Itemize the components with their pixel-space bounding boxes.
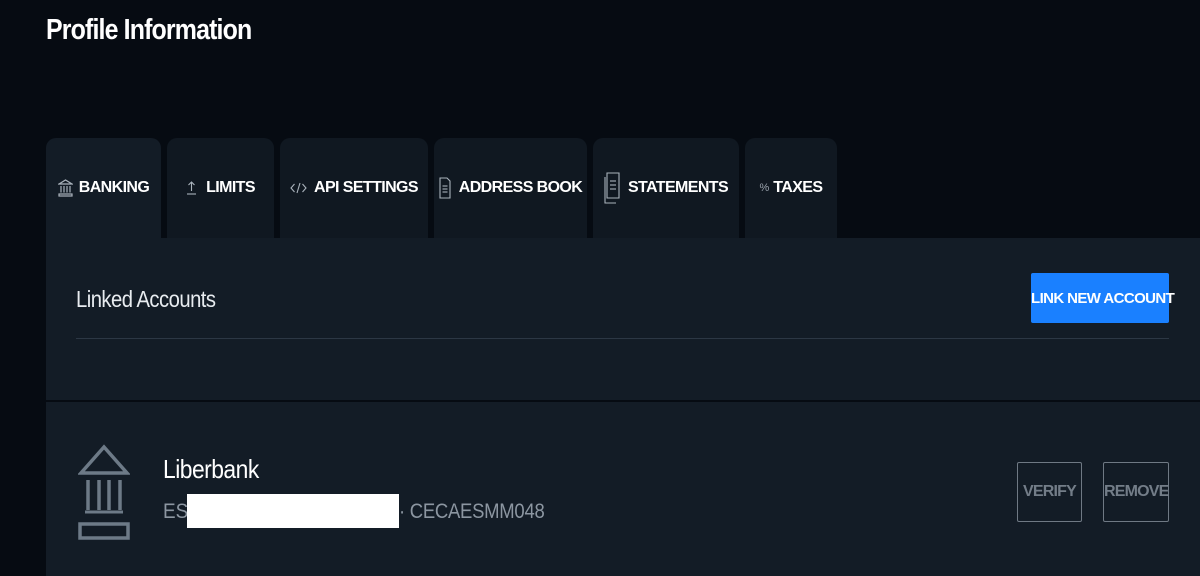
tab-statements[interactable]: STATEMENTS (593, 138, 739, 238)
code-icon (290, 182, 307, 194)
document-icon (439, 177, 451, 199)
tab-label-limits: LIMITS (206, 179, 255, 196)
link-new-account-button[interactable]: LINK NEW ACCOUNT (1031, 273, 1175, 323)
bank-icon (77, 444, 131, 545)
tab-label-address-book: ADDRESS BOOK (458, 179, 583, 196)
tab-banking[interactable]: BANKING (46, 138, 161, 238)
tab-label-statements: STATEMENTS (627, 179, 729, 196)
tab-label-taxes: TAXES (773, 179, 823, 196)
bank-icon (57, 179, 73, 197)
tab-address-book[interactable]: ADDRESS BOOK (434, 138, 587, 238)
account-details: ES · CECAESMM048 (163, 494, 545, 528)
percent-icon: % (759, 182, 770, 194)
upload-arrow-icon (186, 180, 197, 196)
section-title: Linked Accounts (76, 286, 216, 312)
tab-limits[interactable]: LIMITS (167, 138, 274, 238)
linked-account-row: Liberbank ES · CECAESMM048 VERIFY REMOVE (46, 402, 1200, 576)
page-title: Profile Information (46, 14, 252, 46)
tab-taxes[interactable]: % TAXES (745, 138, 837, 238)
tab-label-banking: BANKING (78, 179, 150, 196)
iban-prefix: ES (163, 500, 189, 523)
linked-accounts-header: Linked Accounts LINK NEW ACCOUNT (46, 238, 1200, 400)
verify-button[interactable]: VERIFY (1017, 462, 1082, 522)
remove-button[interactable]: REMOVE (1103, 462, 1169, 522)
divider (76, 338, 1169, 339)
tab-label-api-settings: API SETTINGS (314, 179, 419, 196)
profile-page: Profile Information BANKING LIMITS API S… (0, 0, 1200, 576)
redacted-iban (187, 494, 399, 528)
swift-code: · CECAESMM048 (399, 500, 545, 523)
bank-name: Liberbank (163, 454, 259, 484)
statements-icon (604, 172, 620, 204)
profile-tabs: BANKING LIMITS API SETTINGS ADDRESS BOOK… (46, 138, 837, 238)
tab-api-settings[interactable]: API SETTINGS (280, 138, 428, 238)
